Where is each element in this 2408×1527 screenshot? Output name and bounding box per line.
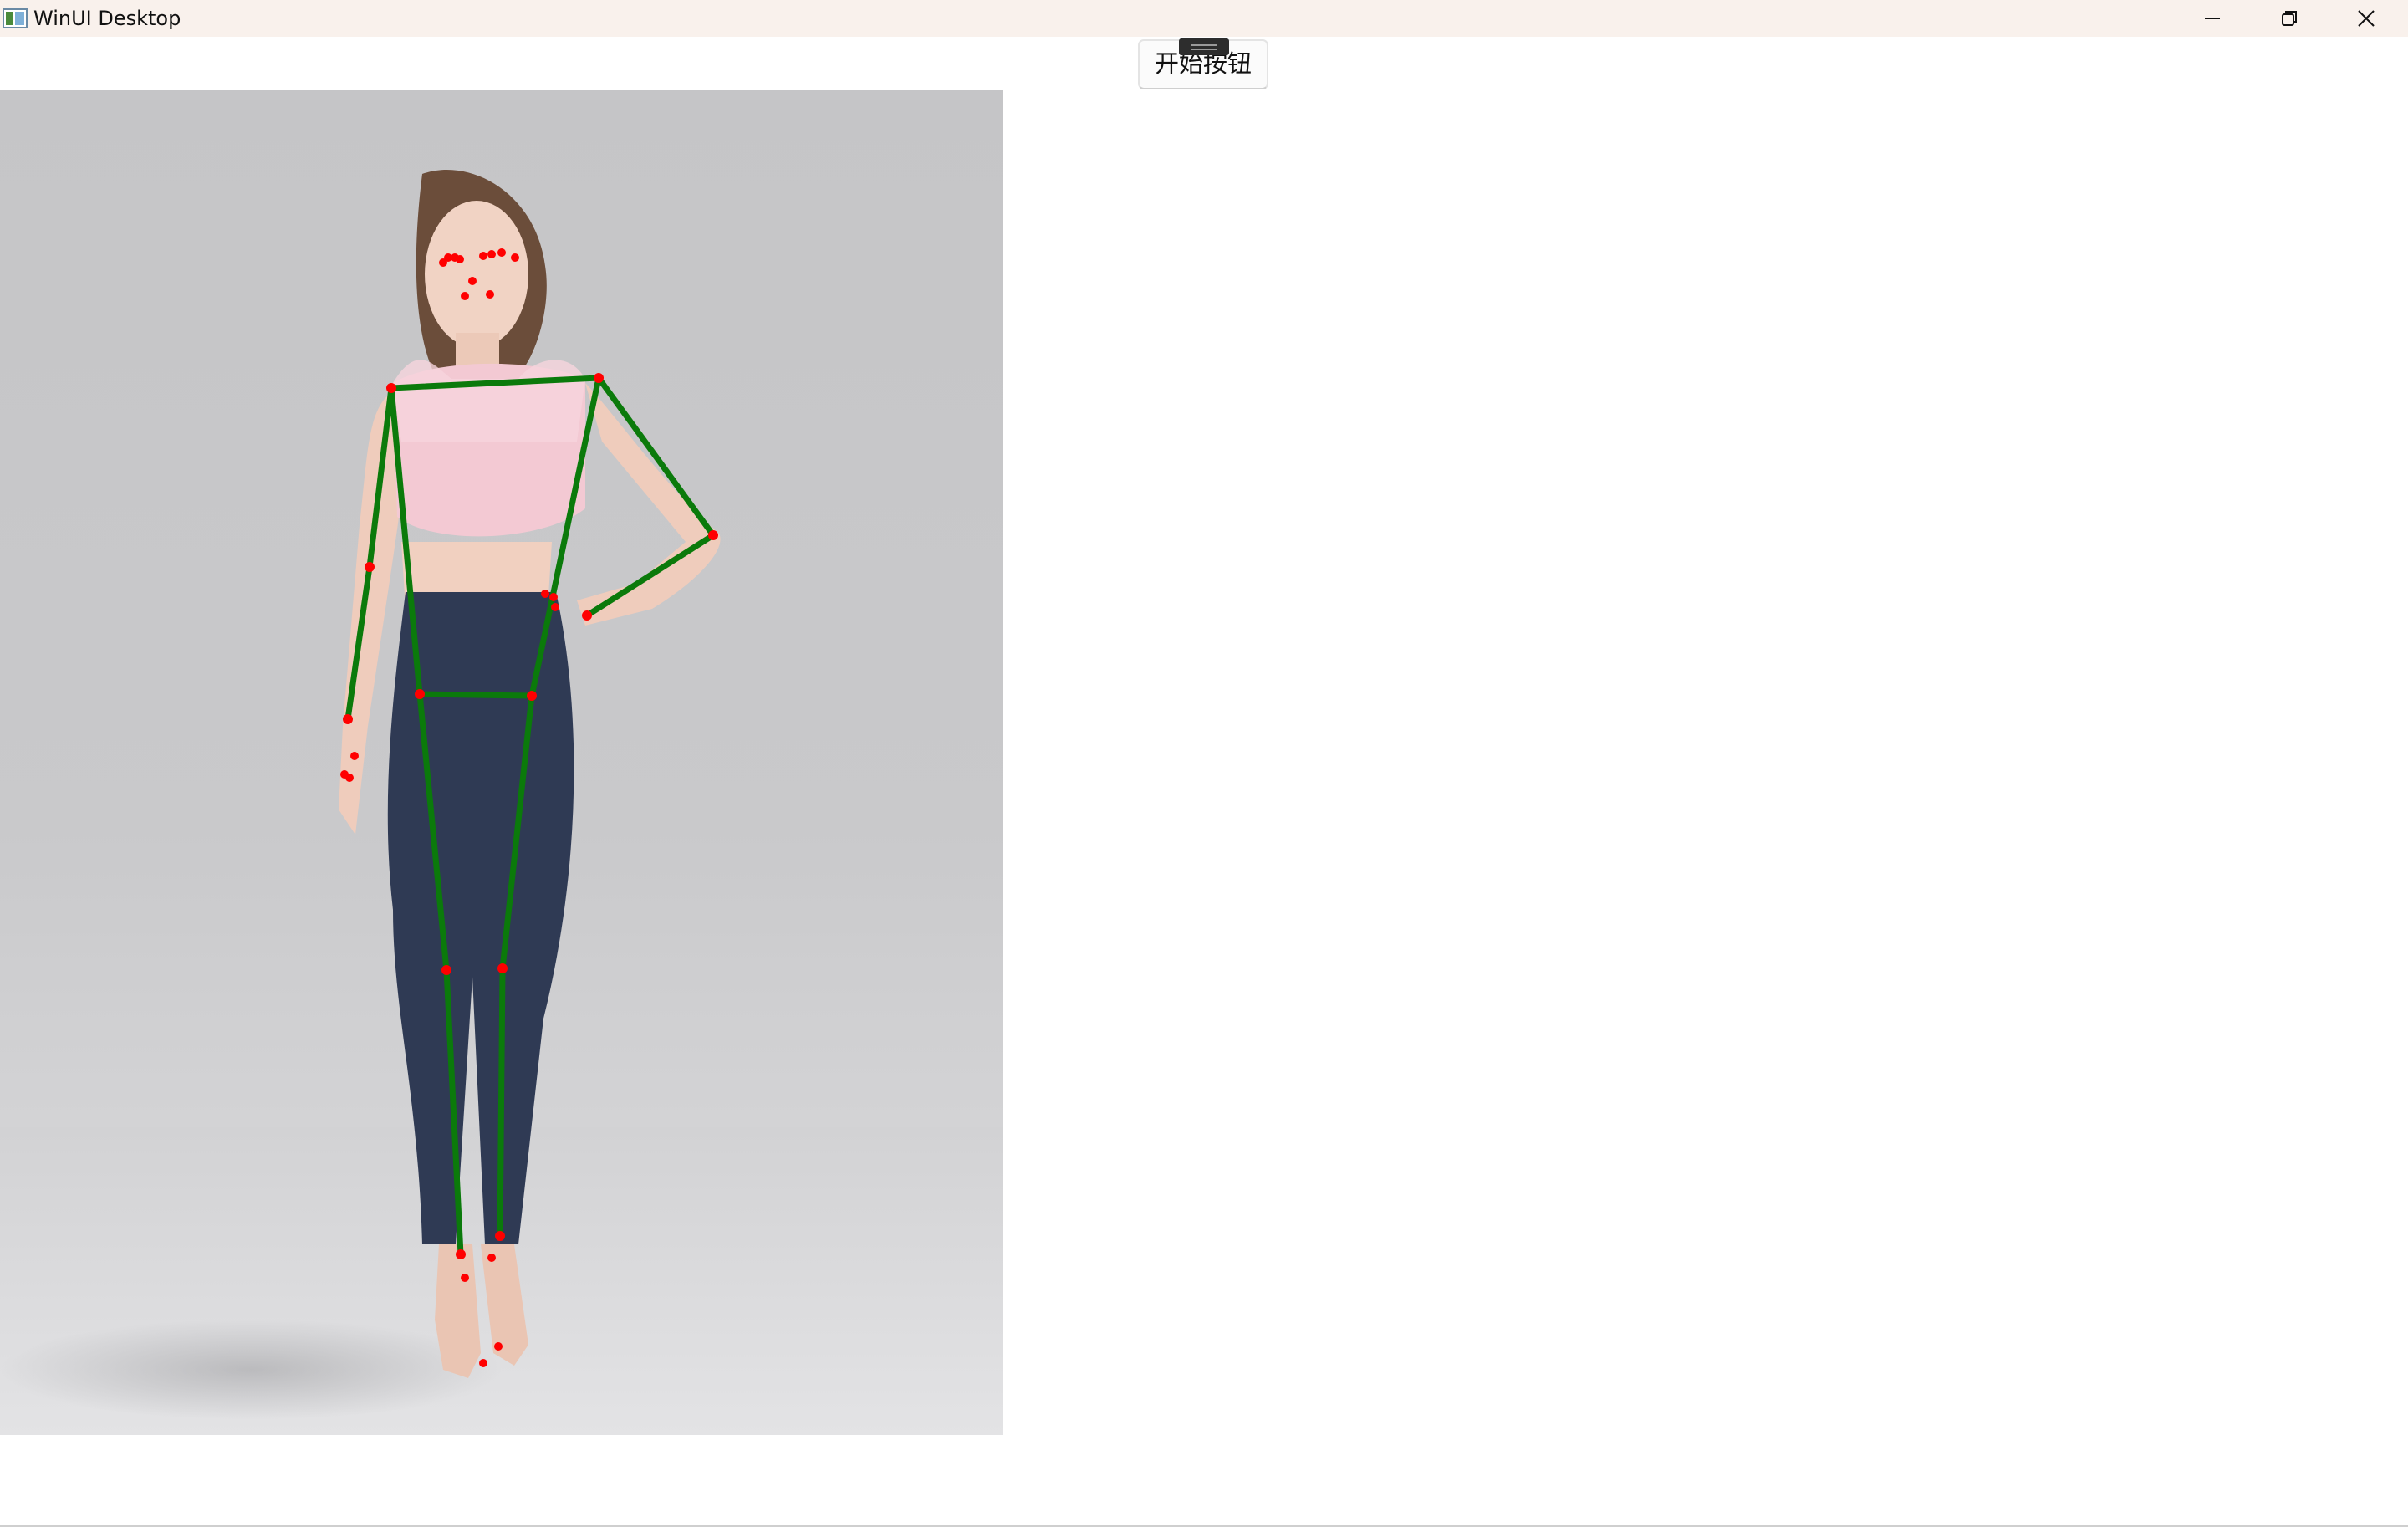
keypoint <box>486 290 494 299</box>
title-bar[interactable]: WinUI Desktop <box>0 0 2408 37</box>
keypoint <box>415 689 425 699</box>
close-button[interactable] <box>2328 0 2405 37</box>
keypoint <box>582 610 592 621</box>
close-icon <box>2358 10 2375 27</box>
keypoint <box>541 590 549 598</box>
keypoint <box>461 292 469 300</box>
pose-image <box>0 90 1003 1435</box>
app-window: WinUI Desktop 开始按钮 <box>0 0 2408 1527</box>
keypoint <box>345 774 354 782</box>
hip-line <box>416 691 535 699</box>
keypoint <box>350 752 359 760</box>
app-icon <box>3 8 28 28</box>
keypoint <box>468 277 477 285</box>
keypoint <box>497 963 508 973</box>
keypoint <box>708 530 718 540</box>
window-title: WinUI Desktop <box>33 7 181 30</box>
restore-button[interactable] <box>2251 0 2328 37</box>
keypoint <box>456 1249 466 1259</box>
keypoint <box>511 253 519 262</box>
minimize-button[interactable] <box>2174 0 2251 37</box>
keypoint <box>461 1274 469 1282</box>
keypoint <box>479 252 487 260</box>
keypoint <box>549 593 558 601</box>
keypoint <box>441 965 452 975</box>
drag-handle-icon[interactable] <box>1179 38 1229 55</box>
keypoint <box>343 714 353 724</box>
keypoint <box>365 562 375 572</box>
keypoint <box>479 1359 487 1367</box>
keypoint <box>487 250 496 258</box>
keypoint <box>487 1254 496 1262</box>
keypoint <box>527 691 537 701</box>
keypoint <box>444 253 452 262</box>
keypoint <box>495 1231 505 1241</box>
keypoint <box>594 373 604 383</box>
keypoint <box>494 1342 503 1351</box>
minimize-icon <box>2205 18 2220 19</box>
keypoint <box>386 383 396 393</box>
right-shin-line <box>497 965 506 1239</box>
keypoint <box>456 255 464 263</box>
keypoint <box>497 248 506 257</box>
restore-icon <box>2282 11 2297 26</box>
keypoint <box>551 603 559 611</box>
floor-shadow <box>0 1320 502 1420</box>
